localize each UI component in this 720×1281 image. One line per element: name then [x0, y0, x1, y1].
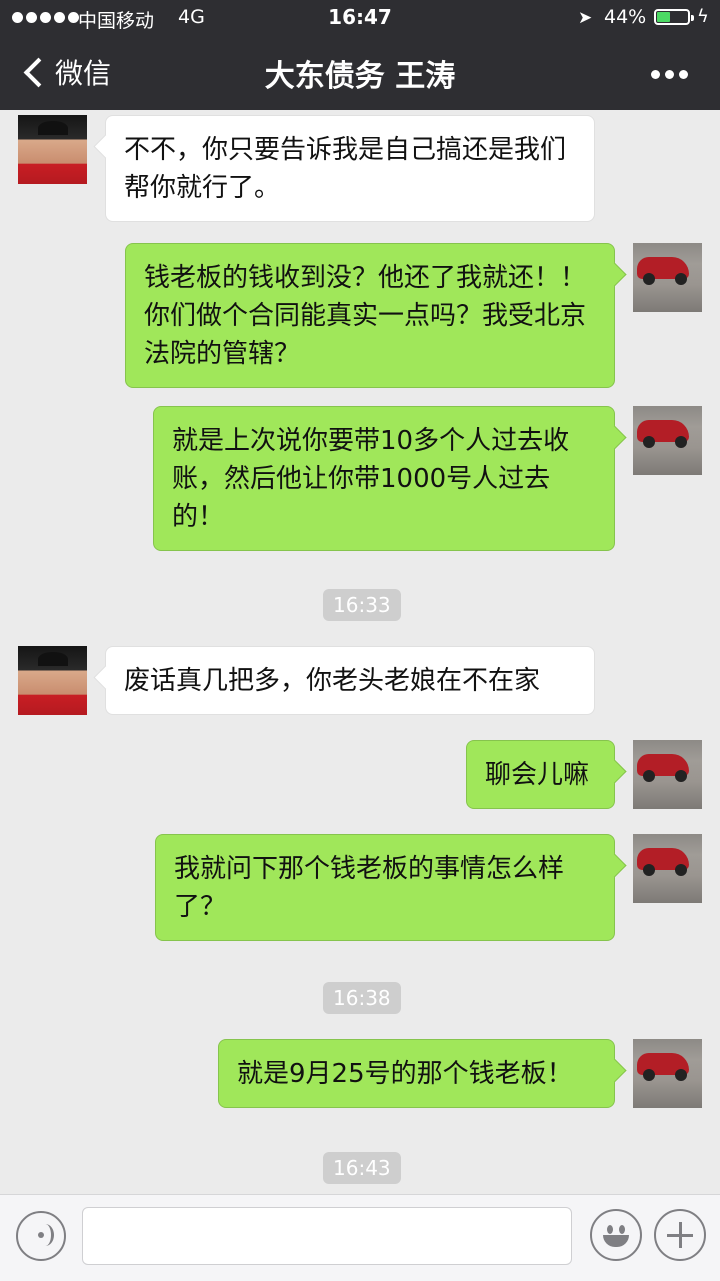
voice-icon[interactable]	[16, 1211, 66, 1261]
timestamp: 16:38	[323, 982, 401, 1014]
battery-fill	[657, 12, 671, 22]
battery-percent: 44%	[604, 6, 647, 28]
timestamp: 16:43	[323, 1152, 401, 1184]
battery-icon	[654, 9, 694, 25]
message-bubble-outgoing[interactable]: 聊会儿嘛	[466, 740, 615, 809]
message-bubble-incoming[interactable]: 不不，你只要告诉我是自己搞还是我们帮你就行了。	[105, 115, 595, 222]
status-bar: 中国移动 4G 16:47 ➤ 44% ϟ	[0, 0, 720, 36]
message-bubble-incoming[interactable]: 废话真几把多，你老头老娘在不在家	[105, 646, 595, 715]
message-bubble-outgoing[interactable]: 就是上次说你要带10多个人过去收账，然后他让你带1000号人过去的！	[153, 406, 615, 551]
emoji-icon[interactable]	[590, 1209, 642, 1261]
self-avatar[interactable]	[633, 406, 702, 475]
self-avatar[interactable]	[633, 1039, 702, 1108]
top-bar: 中国移动 4G 16:47 ➤ 44% ϟ 微信 大东债务 王涛	[0, 0, 720, 110]
timestamp: 16:33	[323, 589, 401, 621]
message-bubble-outgoing[interactable]: 钱老板的钱收到没？他还了我就还！！你们做个合同能真实一点吗？我受北京法院的管辖？	[125, 243, 615, 388]
contact-avatar[interactable]	[18, 115, 87, 184]
contact-avatar[interactable]	[18, 646, 87, 715]
input-bar	[0, 1194, 720, 1281]
message-input[interactable]	[82, 1207, 572, 1265]
message-bubble-outgoing[interactable]: 我就问下那个钱老板的事情怎么样了？	[155, 834, 615, 941]
nav-bar: 微信 大东债务 王涛	[0, 36, 720, 110]
self-avatar[interactable]	[633, 243, 702, 312]
self-avatar[interactable]	[633, 740, 702, 809]
location-arrow-icon: ➤	[578, 8, 593, 28]
message-bubble-outgoing[interactable]: 就是9月25号的那个钱老板！	[218, 1039, 615, 1108]
more-dots-icon[interactable]	[651, 70, 688, 79]
charging-bolt-icon: ϟ	[697, 6, 709, 27]
chat-title: 大东债务 王涛	[264, 59, 456, 94]
plus-icon[interactable]	[654, 1209, 706, 1261]
self-avatar[interactable]	[633, 834, 702, 903]
